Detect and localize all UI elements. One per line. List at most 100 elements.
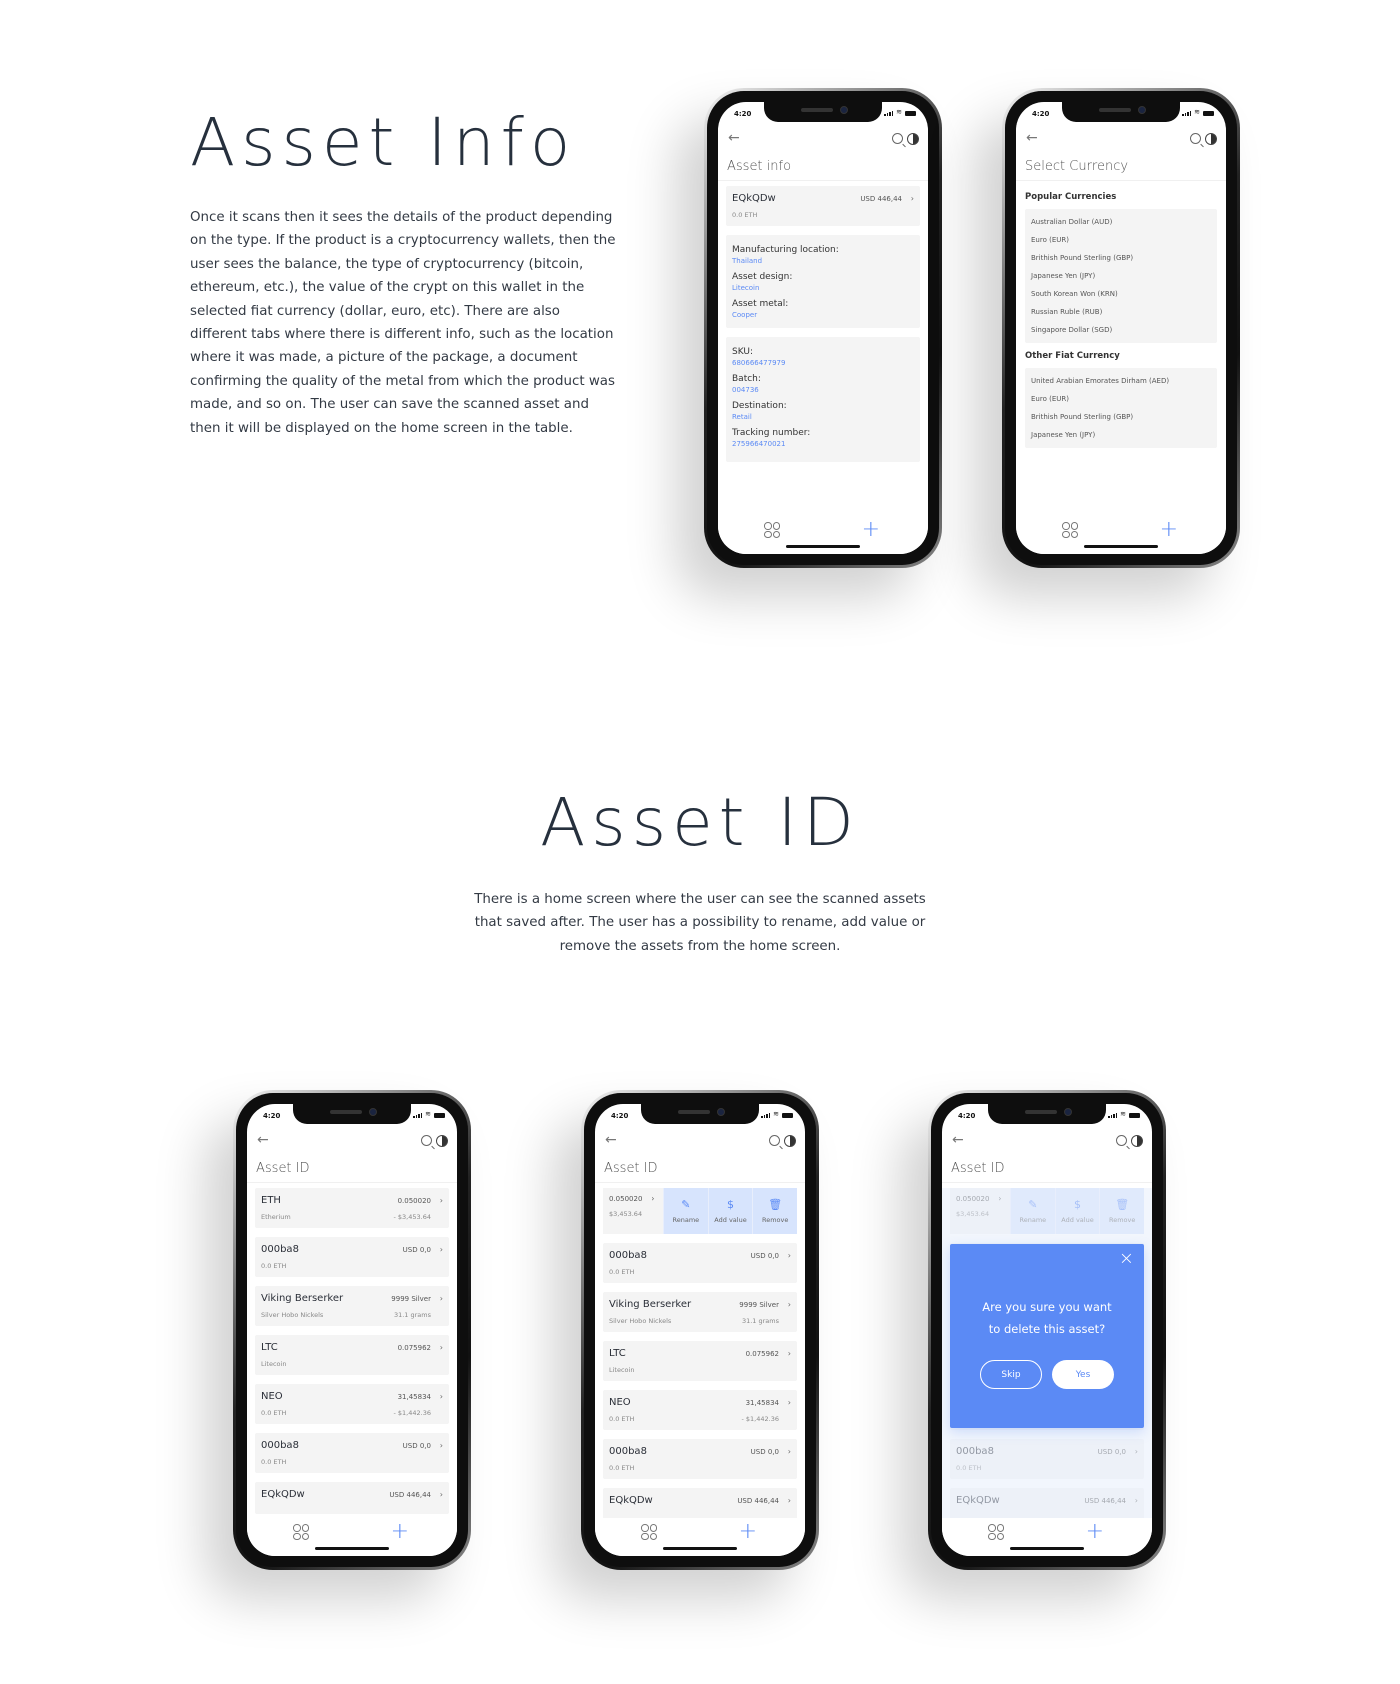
assets-grid-icon[interactable] — [293, 1524, 309, 1540]
chevron-right-icon: › — [651, 1194, 655, 1203]
close-icon[interactable]: × — [1119, 1250, 1134, 1268]
battery-icon — [1129, 1113, 1140, 1118]
asset-name: EQkQDw — [609, 1495, 653, 1506]
home-indicator — [663, 1547, 737, 1550]
theme-toggle-icon[interactable] — [1205, 133, 1217, 145]
info-label: Tracking number: — [732, 428, 811, 438]
delete-confirm-dialog: × Are you sure you want to delete this as… — [950, 1244, 1144, 1428]
info-value-link[interactable]: 680666477979 — [732, 359, 914, 367]
skip-button[interactable]: Skip — [980, 1360, 1042, 1389]
asset-row[interactable]: EQkQDw USD 446,44 › — [255, 1482, 449, 1514]
asset-row[interactable]: Viking Berserker 9999 Silver › Silver Hobo … — [255, 1286, 449, 1326]
status-time: 4:20 — [958, 1112, 976, 1120]
currency-option[interactable]: Euro (EUR) — [1031, 231, 1211, 249]
wallet-card[interactable]: EQkQDw USD 446,44 › 0.0 ETH — [726, 186, 920, 226]
asset-value: 0.050020 — [397, 1196, 431, 1205]
currency-option[interactable]: Japanese Yen (JPY) — [1031, 426, 1211, 444]
search-icon[interactable] — [1190, 133, 1201, 144]
home-indicator — [786, 545, 860, 548]
currency-option[interactable]: Russian Ruble (RUB) — [1031, 303, 1211, 321]
info-value-link[interactable]: Thailand — [732, 257, 914, 265]
asset-sub-value: - $3,453.64 — [393, 1213, 432, 1221]
currency-option[interactable]: Euro (EUR) — [1031, 390, 1211, 408]
wifi-icon: ≋ — [773, 1110, 779, 1118]
currency-option[interactable]: Singapore Dollar (SGD) — [1031, 321, 1211, 339]
back-arrow-icon[interactable]: ← — [605, 1133, 617, 1147]
theme-toggle-icon[interactable] — [784, 1135, 796, 1147]
back-arrow-icon[interactable]: ← — [1026, 131, 1038, 145]
battery-icon — [905, 111, 916, 116]
currency-option[interactable]: Brithish Pound Sterling (GBP) — [1031, 249, 1211, 267]
notch — [641, 1104, 759, 1124]
asset-row[interactable]: 000ba8 USD 0,0 › 0.0 ETH — [603, 1243, 797, 1283]
add-plus-icon[interactable]: + — [391, 1521, 409, 1543]
asset-row[interactable]: 000ba8 USD 0,0 › 0.0 ETH — [603, 1439, 797, 1479]
asset-sub: Etherium — [261, 1213, 291, 1221]
info-value-link[interactable]: Cooper — [732, 311, 914, 319]
search-icon[interactable] — [769, 1135, 780, 1146]
asset-sub: 0.0 ETH — [609, 1464, 635, 1472]
info-label: Destination: — [732, 401, 787, 411]
section-description-asset-id: There is a home screen where the user ca… — [474, 892, 926, 954]
battery-icon — [1203, 111, 1214, 116]
assets-grid-icon[interactable] — [764, 522, 780, 538]
add-plus-icon[interactable]: + — [1086, 1521, 1104, 1543]
search-icon[interactable] — [892, 133, 903, 144]
currency-option[interactable]: Brithish Pound Sterling (GBP) — [1031, 408, 1211, 426]
remove-action[interactable]: 🗑 Remove — [752, 1188, 797, 1234]
search-icon[interactable] — [421, 1135, 432, 1146]
back-arrow-icon[interactable]: ← — [257, 1133, 269, 1147]
signal-icon — [761, 1113, 771, 1118]
notch — [293, 1104, 411, 1124]
asset-row[interactable]: LTC 0.075962 › Litecoin — [255, 1335, 449, 1375]
action-label: Remove — [761, 1215, 789, 1224]
theme-toggle-icon[interactable] — [436, 1135, 448, 1147]
theme-toggle-icon[interactable] — [907, 133, 919, 145]
assets-grid-icon[interactable] — [641, 1524, 657, 1540]
currency-option[interactable]: Japanese Yen (JPY) — [1031, 267, 1211, 285]
home-indicator — [315, 1547, 389, 1550]
asset-sub-value: - $1,442.36 — [741, 1415, 780, 1423]
asset-row[interactable]: NEO 31,45834 › 0.0 ETH - $1,442.36 — [603, 1390, 797, 1430]
search-icon[interactable] — [1116, 1135, 1127, 1146]
assets-grid-icon[interactable] — [1062, 522, 1078, 538]
asset-value: 31,45834 — [745, 1398, 779, 1407]
assets-grid-icon[interactable] — [988, 1524, 1004, 1540]
theme-toggle-icon[interactable] — [1131, 1135, 1143, 1147]
add-value-action[interactable]: $ Add value — [707, 1188, 753, 1234]
back-arrow-icon[interactable]: ← — [728, 131, 740, 145]
add-plus-icon[interactable]: + — [739, 1521, 757, 1543]
yes-button[interactable]: Yes — [1052, 1360, 1114, 1389]
asset-sub-value: 31.1 grams — [393, 1311, 431, 1319]
info-value-link[interactable]: Litecoin — [732, 284, 914, 292]
asset-value: 9999 Silver — [391, 1294, 431, 1303]
asset-row[interactable]: LTC 0.075962 › Litecoin — [603, 1341, 797, 1381]
currency-option[interactable]: United Arabian Emorates Dirham (AED) — [1031, 372, 1211, 390]
currency-option[interactable]: South Korean Won (KRN) — [1031, 285, 1211, 303]
asset-row[interactable]: NEO 31,45834 › 0.0 ETH - $1,442.36 — [255, 1384, 449, 1424]
asset-row[interactable]: ETH 0.050020 › Etherium - $3,453.64 — [255, 1188, 449, 1228]
screen-title: Asset ID — [604, 1161, 658, 1176]
currency-option[interactable]: Australian Dollar (AUD) — [1031, 213, 1211, 231]
rename-action[interactable]: ✎ Rename — [663, 1188, 708, 1234]
asset-row[interactable]: Viking Berserker 9999 Silver › Silver Hobo … — [603, 1292, 797, 1332]
asset-row[interactable]: 000ba8 USD 0,0 › 0.0 ETH — [255, 1237, 449, 1277]
wifi-icon: ≋ — [1194, 108, 1200, 116]
status-icons: ≋ — [884, 109, 916, 116]
phone-asset-id-list: 4:20 ≋ ← Asset ID ETH 0.050020 › Etherium - … — [233, 1090, 471, 1570]
asset-row[interactable]: 000ba8 USD 0,0 › 0.0 ETH — [255, 1433, 449, 1473]
divider — [718, 180, 928, 181]
asset-row[interactable]: EQkQDw USD 446,44 › — [603, 1488, 797, 1518]
asset-value: USD 446,44 — [737, 1496, 779, 1505]
chevron-right-icon: › — [439, 1489, 443, 1499]
add-plus-icon[interactable]: + — [862, 519, 880, 541]
other-currencies-heading: Other Fiat Currency — [1025, 351, 1120, 361]
info-value-link[interactable]: Retail — [732, 413, 914, 421]
status-icons: ≋ — [1182, 109, 1214, 116]
info-label: SKU: — [732, 347, 753, 357]
info-value-link[interactable]: 275966470021 — [732, 440, 914, 448]
back-arrow-icon[interactable]: ← — [952, 1133, 964, 1147]
asset-row-swiped[interactable]: 0.050020 › $3,453.64 ✎ Rename $ Add value 🗑 Remo… — [603, 1188, 797, 1234]
info-value-link[interactable]: 004736 — [732, 386, 914, 394]
add-plus-icon[interactable]: + — [1160, 519, 1178, 541]
